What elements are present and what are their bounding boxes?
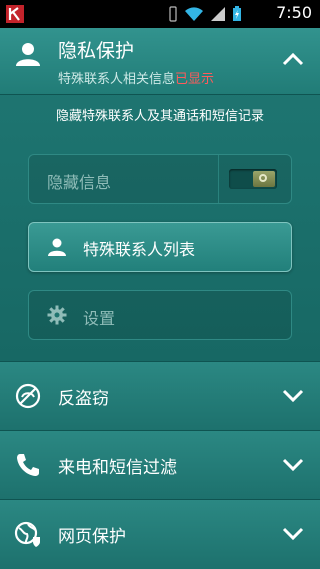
contact-icon <box>16 43 40 66</box>
web-protection-icon <box>14 521 40 547</box>
hide-info-label: 隐藏信息 <box>47 173 112 192</box>
privacy-subtitle: 特殊联系人相关信息已显示 <box>58 72 215 87</box>
gear-icon <box>47 305 67 325</box>
chevron-up-icon[interactable] <box>282 51 304 67</box>
contacts-list-button[interactable]: 特殊联系人列表 <box>28 222 292 272</box>
hide-info-toggle[interactable] <box>229 169 277 189</box>
vibrate-icon <box>169 6 177 22</box>
chevron-down-icon[interactable] <box>282 527 304 541</box>
section-label: 反盗窃 <box>58 389 109 409</box>
settings-label: 设置 <box>83 309 116 328</box>
status-bar: 7:50 <box>0 0 320 28</box>
privacy-header[interactable]: 隐私保护 特殊联系人相关信息已显示 <box>0 28 320 95</box>
section-label: 来电和短信过滤 <box>58 458 177 478</box>
privacy-description: 隐藏特殊联系人及其通话和短信记录 <box>55 109 264 124</box>
anti-theft-icon <box>15 383 41 409</box>
privacy-status: 已显示 <box>175 72 215 87</box>
phone-icon <box>17 454 39 476</box>
section-web-protection[interactable]: 网页保护 <box>0 499 320 569</box>
privacy-panel: 隐私保护 特殊联系人相关信息已显示 隐藏特殊联系人及其通话和短信记录 隐藏信息 … <box>0 28 320 361</box>
toggle-knob <box>253 171 275 187</box>
contact-icon <box>48 238 66 256</box>
wifi-icon <box>185 7 203 21</box>
chevron-down-icon[interactable] <box>282 458 304 472</box>
clock: 7:50 <box>276 3 312 22</box>
settings-button[interactable]: 设置 <box>28 290 292 340</box>
contacts-list-label: 特殊联系人列表 <box>83 240 196 259</box>
privacy-title: 隐私保护 <box>58 40 135 62</box>
chevron-down-icon[interactable] <box>282 389 304 403</box>
section-anti-theft[interactable]: 反盗窃 <box>0 361 320 430</box>
section-label: 网页保护 <box>58 527 126 547</box>
kaspersky-logo-icon <box>6 5 24 23</box>
signal-icon <box>211 7 225 21</box>
section-call-sms-filter[interactable]: 来电和短信过滤 <box>0 430 320 499</box>
battery-charging-icon <box>233 6 241 21</box>
divider <box>218 155 219 203</box>
hide-info-row[interactable]: 隐藏信息 <box>28 154 292 204</box>
